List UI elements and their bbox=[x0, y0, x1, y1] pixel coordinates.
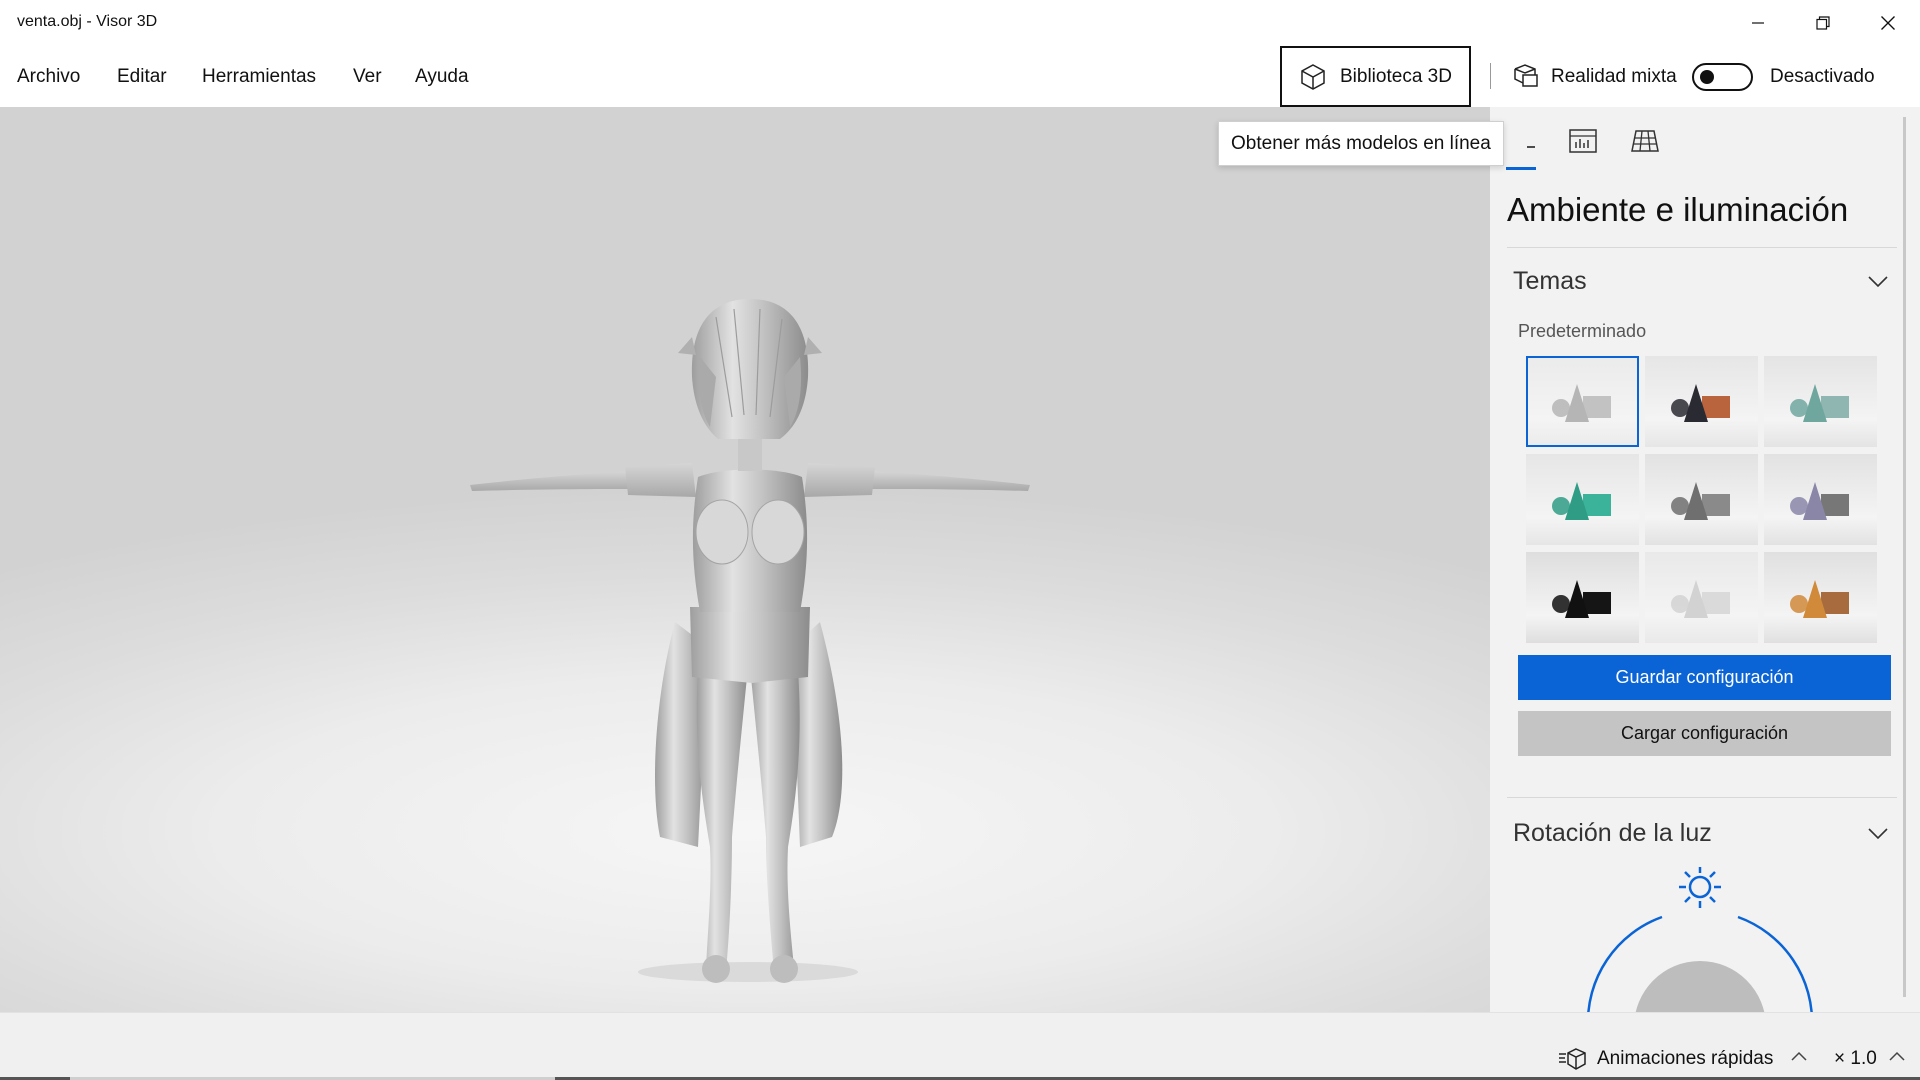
window-title: venta.obj - Visor 3D bbox=[17, 13, 158, 30]
theme-tile[interactable] bbox=[1526, 552, 1639, 643]
theme-tile[interactable] bbox=[1764, 552, 1877, 643]
light-rotation-dial[interactable] bbox=[1580, 867, 1820, 1012]
light-rotation-section-title[interactable]: Rotación de la luz bbox=[1513, 819, 1712, 848]
library-tooltip: Obtener más modelos en línea bbox=[1218, 121, 1504, 166]
toolbar-divider bbox=[1490, 63, 1491, 89]
tab-environment[interactable] bbox=[1504, 124, 1538, 158]
menu-archivo[interactable]: Archivo bbox=[17, 66, 80, 88]
theme-preview-icon bbox=[1551, 579, 1611, 618]
load-config-button[interactable]: Cargar configuración bbox=[1518, 711, 1891, 756]
close-button[interactable] bbox=[1855, 0, 1920, 45]
cube-box-icon bbox=[1301, 63, 1325, 90]
menu-ayuda[interactable]: Ayuda bbox=[415, 66, 469, 88]
mixed-reality-icon bbox=[1514, 64, 1538, 87]
chevron-down-icon[interactable] bbox=[1867, 275, 1889, 289]
theme-tile[interactable] bbox=[1526, 356, 1639, 447]
theme-tile[interactable] bbox=[1645, 552, 1758, 643]
active-tab-indicator bbox=[1506, 167, 1536, 170]
toggle-knob bbox=[1700, 70, 1714, 84]
themes-section-title[interactable]: Temas bbox=[1513, 267, 1587, 296]
theme-tile[interactable] bbox=[1764, 454, 1877, 545]
menu-editar[interactable]: Editar bbox=[117, 66, 167, 88]
menu-herramientas[interactable]: Herramientas bbox=[202, 66, 316, 88]
theme-grid bbox=[1526, 356, 1886, 643]
preset-label: Predeterminado bbox=[1518, 321, 1647, 341]
minimize-icon bbox=[1752, 21, 1764, 24]
library-3d-label: Biblioteca 3D bbox=[1340, 65, 1452, 87]
grid-mesh-icon bbox=[1631, 130, 1659, 152]
theme-preview-icon bbox=[1670, 579, 1730, 618]
minimize-button[interactable] bbox=[1725, 0, 1791, 45]
chevron-up-icon[interactable] bbox=[1888, 1050, 1906, 1062]
mixed-reality-label: Realidad mixta bbox=[1551, 66, 1677, 87]
3d-viewport[interactable] bbox=[0, 107, 1490, 1012]
theme-preview-icon bbox=[1670, 481, 1730, 520]
3d-model-figure bbox=[470, 299, 1030, 983]
tab-statistics[interactable] bbox=[1566, 124, 1600, 158]
speed-selector[interactable]: × 1.0 bbox=[1834, 1048, 1877, 1070]
status-bar: Animaciones rápidas × 1.0 bbox=[0, 1012, 1920, 1080]
panel-title: Ambiente e iluminación bbox=[1507, 191, 1849, 228]
tab-mesh[interactable] bbox=[1628, 124, 1662, 158]
menu-ver[interactable]: Ver bbox=[353, 66, 382, 88]
environment-panel: Ambiente e iluminación Temas Predetermin… bbox=[1490, 107, 1920, 1012]
save-config-button[interactable]: Guardar configuración bbox=[1518, 655, 1891, 700]
chevron-up-icon[interactable] bbox=[1790, 1050, 1808, 1062]
chevron-down-icon[interactable] bbox=[1867, 827, 1889, 841]
mixed-reality-state: Desactivado bbox=[1770, 66, 1875, 87]
theme-tile[interactable] bbox=[1645, 356, 1758, 447]
library-3d-button[interactable]: Biblioteca 3D bbox=[1280, 46, 1471, 107]
environment-icon bbox=[1527, 146, 1535, 148]
theme-tile[interactable] bbox=[1764, 356, 1877, 447]
theme-preview-icon bbox=[1789, 383, 1849, 422]
statistics-icon bbox=[1569, 129, 1597, 153]
close-icon bbox=[1881, 15, 1895, 30]
restore-button[interactable] bbox=[1790, 0, 1856, 45]
panel-scrollbar[interactable] bbox=[1903, 117, 1906, 997]
theme-preview-icon bbox=[1670, 383, 1730, 422]
restore-icon bbox=[1816, 15, 1830, 30]
quick-animations-button[interactable]: Animaciones rápidas bbox=[1597, 1048, 1773, 1070]
theme-preview-icon bbox=[1551, 383, 1611, 422]
theme-preview-icon bbox=[1789, 481, 1849, 520]
theme-preview-icon bbox=[1551, 481, 1611, 520]
divider bbox=[1507, 797, 1897, 798]
mixed-reality-toggle[interactable] bbox=[1692, 63, 1753, 91]
sun-icon bbox=[1679, 867, 1721, 908]
divider bbox=[1507, 247, 1897, 248]
theme-preview-icon bbox=[1789, 579, 1849, 618]
theme-tile[interactable] bbox=[1645, 454, 1758, 545]
theme-tile[interactable] bbox=[1526, 454, 1639, 545]
title-bar: venta.obj - Visor 3D bbox=[0, 0, 1920, 45]
animations-icon bbox=[1559, 1048, 1586, 1070]
